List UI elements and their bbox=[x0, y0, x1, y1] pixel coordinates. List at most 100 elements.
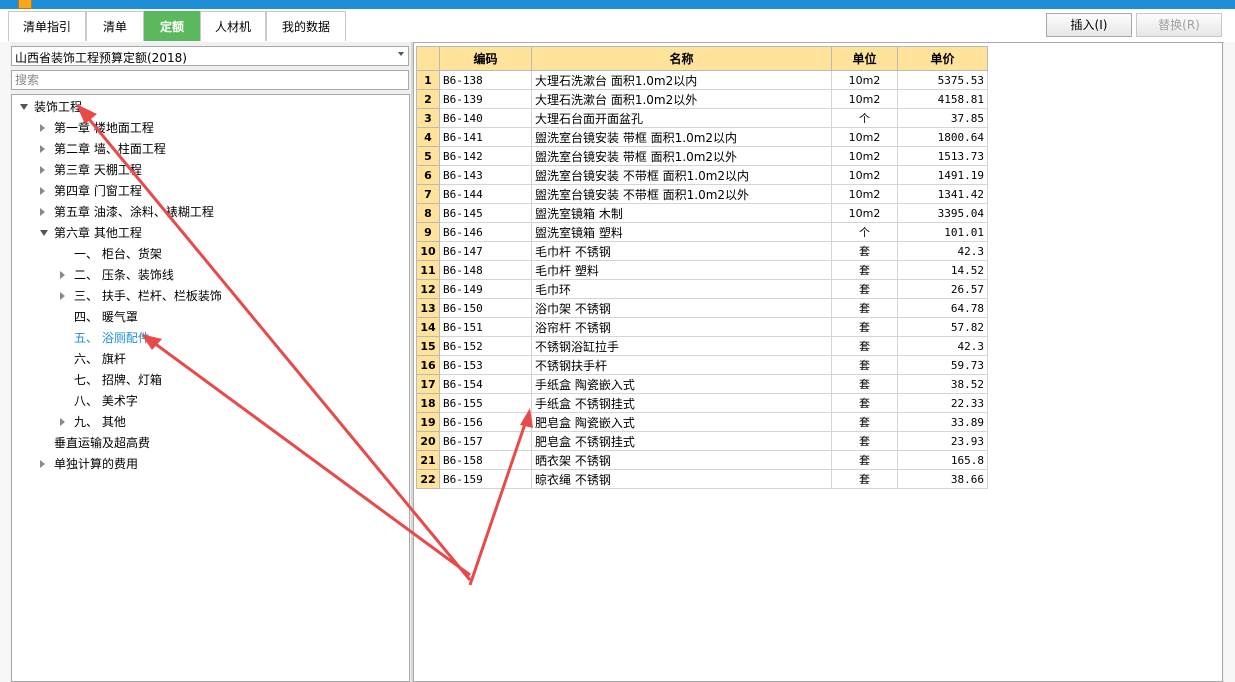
cell-code[interactable]: B6-143 bbox=[439, 165, 532, 185]
cell-price[interactable]: 37.85 bbox=[897, 108, 988, 128]
cell-code[interactable]: B6-139 bbox=[439, 89, 532, 109]
cell-name[interactable]: 手纸盒 不锈钢挂式 bbox=[531, 393, 832, 413]
cell-price[interactable]: 38.66 bbox=[897, 469, 988, 489]
cell-name[interactable]: 盥洗室台镜安装 带框 面积1.0m2以外 bbox=[531, 146, 832, 166]
cell-price[interactable]: 4158.81 bbox=[897, 89, 988, 109]
cell-name[interactable]: 盥洗室镜箱 塑料 bbox=[531, 222, 832, 242]
cell-name[interactable]: 不锈钢浴缸拉手 bbox=[531, 336, 832, 356]
cell-code[interactable]: B6-158 bbox=[439, 450, 532, 470]
row-number[interactable]: 15 bbox=[416, 336, 440, 356]
cell-name[interactable]: 盥洗室镜箱 木制 bbox=[531, 203, 832, 223]
cell-name[interactable]: 晾衣绳 不锈钢 bbox=[531, 469, 832, 489]
row-number[interactable]: 10 bbox=[416, 241, 440, 261]
row-number[interactable]: 11 bbox=[416, 260, 440, 280]
row-number[interactable]: 2 bbox=[416, 89, 440, 109]
cell-price[interactable]: 165.8 bbox=[897, 450, 988, 470]
table-row[interactable]: 22 B6-159 晾衣绳 不锈钢套 38.66 bbox=[416, 469, 988, 489]
cell-unit[interactable]: 套 bbox=[831, 298, 898, 318]
cell-price[interactable]: 59.73 bbox=[897, 355, 988, 375]
table-row[interactable]: 2 B6-139 大理石洗漱台 面积1.0m2以外 10m2 4158.81 bbox=[416, 89, 988, 109]
cell-code[interactable]: B6-156 bbox=[439, 412, 532, 432]
cell-price[interactable]: 3395.04 bbox=[897, 203, 988, 223]
column-header-name[interactable]: 名称 bbox=[531, 46, 832, 71]
cell-name[interactable]: 大理石洗漱台 面积1.0m2以外 bbox=[531, 89, 832, 109]
cell-name[interactable]: 晒衣架 不锈钢 bbox=[531, 450, 832, 470]
cell-price[interactable]: 23.93 bbox=[897, 431, 988, 451]
cell-code[interactable]: B6-145 bbox=[439, 203, 532, 223]
cell-unit[interactable]: 10m2 bbox=[831, 70, 898, 90]
table-row[interactable]: 16 B6-153 不锈钢扶手杆套 59.73 bbox=[416, 355, 988, 375]
table-row[interactable]: 3 B6-140 大理石台面开面盆孔个 37.85 bbox=[416, 108, 988, 128]
collapse-icon[interactable] bbox=[60, 418, 65, 426]
tab-bill[interactable]: 清单 bbox=[86, 11, 144, 41]
tab-my-data[interactable]: 我的数据 bbox=[266, 11, 346, 41]
row-number[interactable]: 6 bbox=[416, 165, 440, 185]
row-number[interactable]: 18 bbox=[416, 393, 440, 413]
cell-price[interactable]: 1341.42 bbox=[897, 184, 988, 204]
cell-code[interactable]: B6-146 bbox=[439, 222, 532, 242]
cell-code[interactable]: B6-154 bbox=[439, 374, 532, 394]
row-number[interactable]: 20 bbox=[416, 431, 440, 451]
cell-unit[interactable]: 10m2 bbox=[831, 165, 898, 185]
cell-name[interactable]: 盥洗室台镜安装 不带框 面积1.0m2以外 bbox=[531, 184, 832, 204]
table-row[interactable]: 1 B6-138 大理石洗漱台 面积1.0m2以内 10m2 5375.53 bbox=[416, 70, 988, 90]
collapse-icon[interactable] bbox=[60, 271, 65, 279]
cell-unit[interactable]: 10m2 bbox=[831, 89, 898, 109]
cell-unit[interactable]: 套 bbox=[831, 469, 898, 489]
cell-code[interactable]: B6-147 bbox=[439, 241, 532, 261]
row-number[interactable]: 4 bbox=[416, 127, 440, 147]
row-number[interactable]: 8 bbox=[416, 203, 440, 223]
column-header-unit[interactable]: 单位 bbox=[831, 46, 898, 71]
row-number[interactable]: 17 bbox=[416, 374, 440, 394]
row-number[interactable]: 5 bbox=[416, 146, 440, 166]
collapse-icon[interactable] bbox=[40, 145, 45, 153]
collapse-icon[interactable] bbox=[60, 292, 65, 300]
table-row[interactable]: 13 B6-150 浴巾架 不锈钢套 64.78 bbox=[416, 298, 988, 318]
collapse-icon[interactable] bbox=[40, 208, 45, 216]
cell-name[interactable]: 毛巾杆 不锈钢 bbox=[531, 241, 832, 261]
cell-code[interactable]: B6-144 bbox=[439, 184, 532, 204]
cell-unit[interactable]: 套 bbox=[831, 393, 898, 413]
table-row[interactable]: 9 B6-146 盥洗室镜箱 塑料个 101.01 bbox=[416, 222, 988, 242]
cell-price[interactable]: 42.3 bbox=[897, 336, 988, 356]
cell-price[interactable]: 1491.19 bbox=[897, 165, 988, 185]
replace-button[interactable]: 替换(R) bbox=[1136, 13, 1222, 37]
tab-bill-guide[interactable]: 清单指引 bbox=[8, 11, 86, 41]
cell-name[interactable]: 盥洗室台镜安装 带框 面积1.0m2以内 bbox=[531, 127, 832, 147]
collapse-icon[interactable] bbox=[40, 124, 45, 132]
cell-code[interactable]: B6-138 bbox=[439, 70, 532, 90]
column-header-code[interactable]: 编码 bbox=[439, 46, 532, 71]
cell-unit[interactable]: 10m2 bbox=[831, 127, 898, 147]
table-row[interactable]: 14 B6-151 浴帘杆 不锈钢套 57.82 bbox=[416, 317, 988, 337]
search-input[interactable] bbox=[11, 70, 409, 90]
expand-icon[interactable] bbox=[20, 104, 28, 110]
row-number[interactable]: 1 bbox=[416, 70, 440, 90]
cell-unit[interactable]: 10m2 bbox=[831, 184, 898, 204]
cell-code[interactable]: B6-159 bbox=[439, 469, 532, 489]
cell-unit[interactable]: 套 bbox=[831, 355, 898, 375]
cell-code[interactable]: B6-150 bbox=[439, 298, 532, 318]
cell-name[interactable]: 毛巾环 bbox=[531, 279, 832, 299]
cell-unit[interactable]: 套 bbox=[831, 317, 898, 337]
cell-code[interactable]: B6-157 bbox=[439, 431, 532, 451]
column-header-price[interactable]: 单价 bbox=[897, 46, 988, 71]
table-row[interactable]: 20 B6-157 肥皂盒 不锈钢挂式套 23.93 bbox=[416, 431, 988, 451]
cell-unit[interactable]: 10m2 bbox=[831, 203, 898, 223]
tab-quota[interactable]: 定额 bbox=[144, 11, 200, 41]
cell-price[interactable]: 5375.53 bbox=[897, 70, 988, 90]
quota-library-select[interactable]: 山西省装饰工程预算定额(2018) bbox=[11, 46, 409, 66]
cell-name[interactable]: 浴巾架 不锈钢 bbox=[531, 298, 832, 318]
cell-unit[interactable]: 套 bbox=[831, 241, 898, 261]
row-number[interactable]: 21 bbox=[416, 450, 440, 470]
table-row[interactable]: 10 B6-147 毛巾杆 不锈钢套 42.3 bbox=[416, 241, 988, 261]
cell-name[interactable]: 不锈钢扶手杆 bbox=[531, 355, 832, 375]
row-number[interactable]: 19 bbox=[416, 412, 440, 432]
table-row[interactable]: 6 B6-143 盥洗室台镜安装 不带框 面积1.0m2以内 10m2 1491.19 bbox=[416, 165, 988, 185]
tab-labor-material-machine[interactable]: 人材机 bbox=[200, 11, 266, 41]
cell-code[interactable]: B6-142 bbox=[439, 146, 532, 166]
cell-price[interactable]: 38.52 bbox=[897, 374, 988, 394]
cell-code[interactable]: B6-152 bbox=[439, 336, 532, 356]
cell-code[interactable]: B6-151 bbox=[439, 317, 532, 337]
cell-name[interactable]: 毛巾杆 塑料 bbox=[531, 260, 832, 280]
cell-price[interactable]: 1513.73 bbox=[897, 146, 988, 166]
